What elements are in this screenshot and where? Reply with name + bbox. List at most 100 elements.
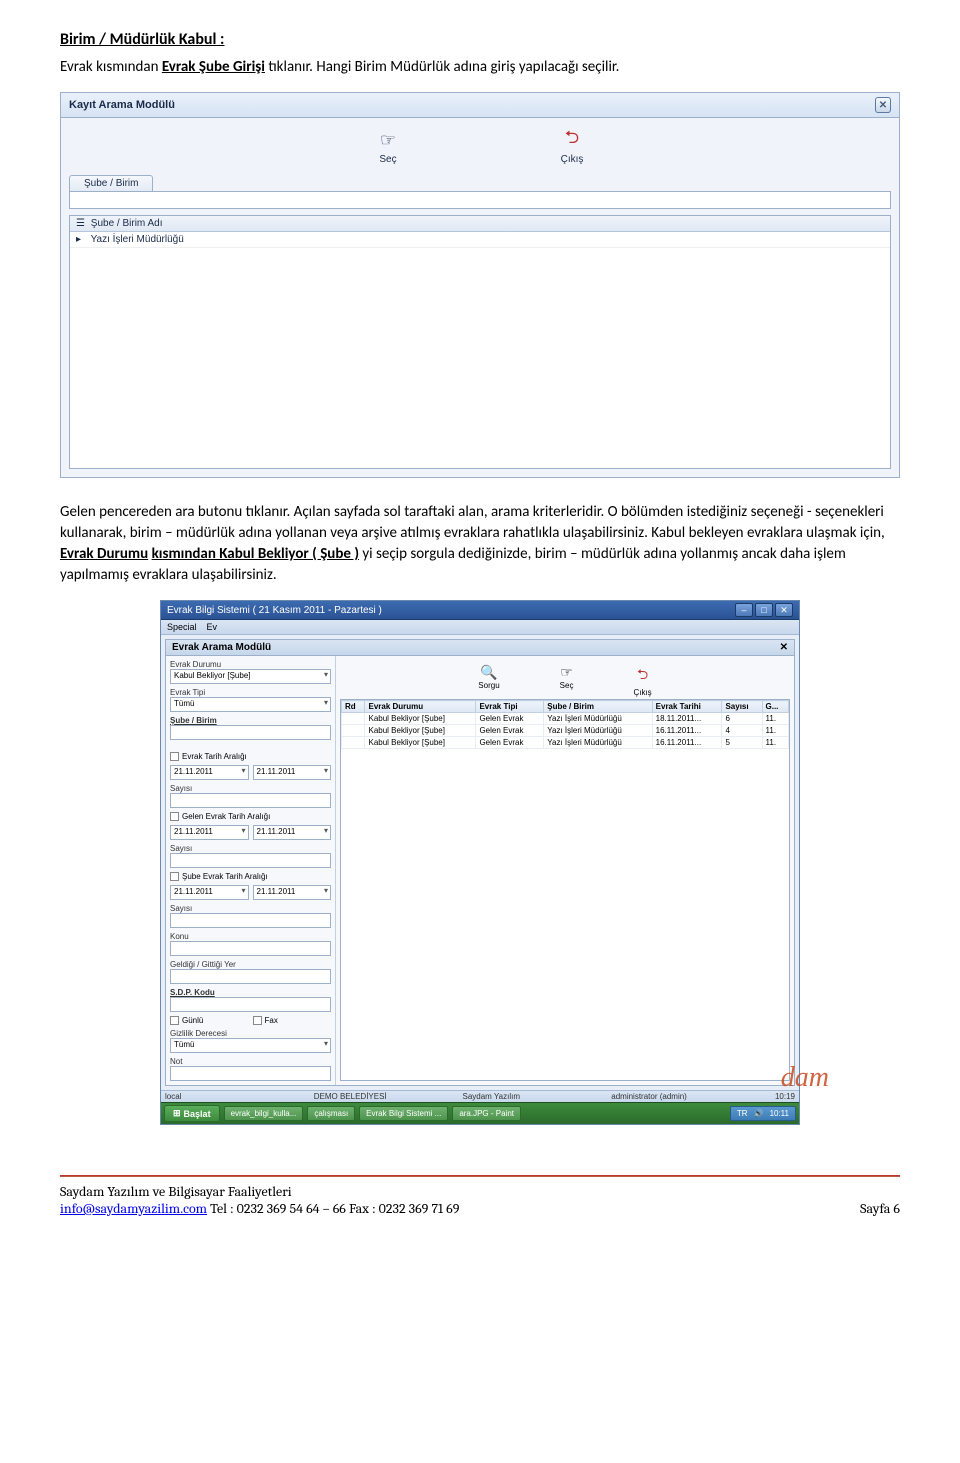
exit-icon: ⮌ [560,128,584,152]
status-admin: administrator (admin) [611,1092,720,1101]
module-close-icon[interactable]: ✕ [780,642,788,653]
grid-row[interactable]: ▸ Yazı İşleri Müdürlüğü [70,232,890,248]
chk-sube-tarih[interactable]: Şube Evrak Tarih Aralığı [170,872,331,881]
lbl-gelen-tarih: Gelen Evrak Tarih Aralığı [182,812,270,821]
table-cell: 6 [722,713,762,725]
lbl-evrak-tarih: Evrak Tarih Aralığı [182,752,247,761]
sorgu-button[interactable]: 🔍 Sorgu [478,664,499,697]
app-title: Evrak Bilgi Sistemi ( 21 Kasım 2011 - Pa… [167,605,382,616]
chk-fax[interactable]: Fax [253,1016,332,1025]
table-cell: Gelen Evrak [476,737,544,749]
input-sdp[interactable] [170,997,331,1012]
lbl-not: Not [170,1057,331,1066]
col-sayisi[interactable]: Sayısı [722,701,762,713]
lbl-sdp: S.D.P. Kodu [170,988,331,997]
footer-email-link[interactable]: info@saydamyazilim.com [60,1200,207,1217]
maximize-icon[interactable]: □ [755,603,773,617]
cikis-button[interactable]: ⮌ Çıkış [560,128,584,165]
chk-evrak-tarih-araligi[interactable]: Evrak Tarih Aralığı [170,752,331,761]
checkbox-icon [170,872,179,881]
tray-time: 10:11 [770,1109,789,1118]
taskbar-item[interactable]: evrak_bilgi_kulla... [224,1106,304,1121]
select-evrak-durumu[interactable]: Kabul Bekliyor [Şube] [170,669,331,684]
window-titlebar: Kayıt Arama Modülü ✕ [61,93,899,118]
taskbar-item[interactable]: Evrak Bilgi Sistemi ... [359,1106,448,1121]
input-sayisi-3[interactable] [170,913,331,928]
sec-label: Seç [379,154,396,165]
date-from-3[interactable]: 21.11.2011 [170,885,249,900]
sec-button[interactable]: ☞ Seç [560,664,574,697]
col-evrak-tipi[interactable]: Evrak Tipi [476,701,544,713]
taskbar-item[interactable]: ara.JPG - Paint [452,1106,521,1121]
filter-panel: Evrak Durumu Kabul Bekliyor [Şube] Evrak… [166,656,336,1085]
status-belediye: DEMO BELEDİYESİ [314,1092,423,1101]
input-geldigi[interactable] [170,969,331,984]
start-button[interactable]: ⊞ Başlat [164,1105,220,1122]
table-row[interactable]: Kabul Bekliyor [Şube]Gelen EvrakYazı İşl… [342,725,789,737]
table-cell: Yazı İşleri Müdürlüğü [544,725,652,737]
menu-ev[interactable]: Ev [207,622,218,632]
date-from-2[interactable]: 21.11.2011 [170,825,249,840]
grid-header-row: Rd Evrak Durumu Evrak Tipi Şube / Birim … [342,701,789,713]
date-to-3[interactable]: 21.11.2011 [253,885,332,900]
table-row[interactable]: Kabul Bekliyor [Şube]Gelen EvrakYazı İşl… [342,713,789,725]
select-evrak-tipi[interactable]: Tümü [170,697,331,712]
lbl-sayisi-2: Sayısı [170,844,331,853]
status-time: 10:19 [760,1092,795,1101]
close-icon[interactable]: ✕ [875,97,891,113]
table-cell: Yazı İşleri Müdürlüğü [544,713,652,725]
results-panel: 🔍 Sorgu ☞ Seç ⮌ Çıkış Rd Evra [336,656,794,1085]
col-rd[interactable]: Rd [342,701,365,713]
lbl-gizlilik: Gizlilik Derecesi [170,1029,331,1038]
table-cell: Gelen Evrak [476,713,544,725]
sec-label: Seç [560,681,574,690]
col-evrak-tarihi[interactable]: Evrak Tarihi [652,701,722,713]
module-titlebar: Evrak Arama Modülü ✕ [165,639,795,656]
toolbar: ☞ Seç ⮌ Çıkış [61,118,899,169]
minimize-icon[interactable]: – [735,603,753,617]
cikis-label: Çıkış [633,688,651,697]
date-to-2[interactable]: 21.11.2011 [253,825,332,840]
lbl-sayisi-1: Sayısı [170,784,331,793]
intro-paragraph: Evrak kısmından Evrak Şube Girişi tıklan… [60,57,900,78]
menu-special[interactable]: Special [167,622,197,632]
module-title: Evrak Arama Modülü [172,642,271,653]
chk-gelen-tarih[interactable]: Gelen Evrak Tarih Aralığı [170,812,331,821]
checkbox-icon [170,812,179,821]
system-tray[interactable]: TR 🔊 10:11 [730,1106,796,1121]
chk-gunlu[interactable]: Günlü [170,1016,249,1025]
sec-button[interactable]: ☞ Seç [376,128,400,165]
footer-company: Saydam Yazılım ve Bilgisayar Faaliyetler… [60,1183,459,1200]
start-label: Başlat [184,1109,211,1119]
table-row[interactable]: Kabul Bekliyor [Şube]Gelen EvrakYazı İşl… [342,737,789,749]
lbl-evrak-durumu: Evrak Durumu [170,660,331,669]
lbl-sube-birim: Şube / Birim [170,716,331,725]
table-cell: Yazı İşleri Müdürlüğü [544,737,652,749]
input-sube-birim[interactable] [170,725,331,740]
status-local: local [165,1092,274,1101]
date-from-1[interactable]: 21.11.2011 [170,765,249,780]
input-sayisi-2[interactable] [170,853,331,868]
screenshot-kayit-arama: Kayıt Arama Modülü ✕ ☞ Seç ⮌ Çıkış Şube … [60,92,900,478]
result-toolbar: 🔍 Sorgu ☞ Seç ⮌ Çıkış [340,660,790,699]
hand-icon: ☞ [376,128,400,152]
lbl-sayisi-3: Sayısı [170,904,331,913]
sorgu-label: Sorgu [478,681,499,690]
grid-header: ☰ Şube / Birim Adı [70,216,890,232]
input-not[interactable] [170,1066,331,1081]
col-sube-birim[interactable]: Şube / Birim [544,701,652,713]
input-sayisi-1[interactable] [170,793,331,808]
date-to-1[interactable]: 21.11.2011 [253,765,332,780]
col-evrak-durumu[interactable]: Evrak Durumu [365,701,476,713]
taskbar-item[interactable]: çalışması [307,1106,355,1121]
table-cell: Kabul Bekliyor [Şube] [365,737,476,749]
tab-sube-birim[interactable]: Şube / Birim [69,175,153,191]
close-icon[interactable]: ✕ [775,603,793,617]
cikis-button[interactable]: ⮌ Çıkış [633,664,651,697]
p2-bold1: Evrak Durumu [60,545,148,563]
table-cell [342,737,365,749]
input-konu[interactable] [170,941,331,956]
col-g[interactable]: G... [762,701,788,713]
footer-separator [60,1175,900,1177]
select-gizlilik[interactable]: Tümü [170,1038,331,1053]
